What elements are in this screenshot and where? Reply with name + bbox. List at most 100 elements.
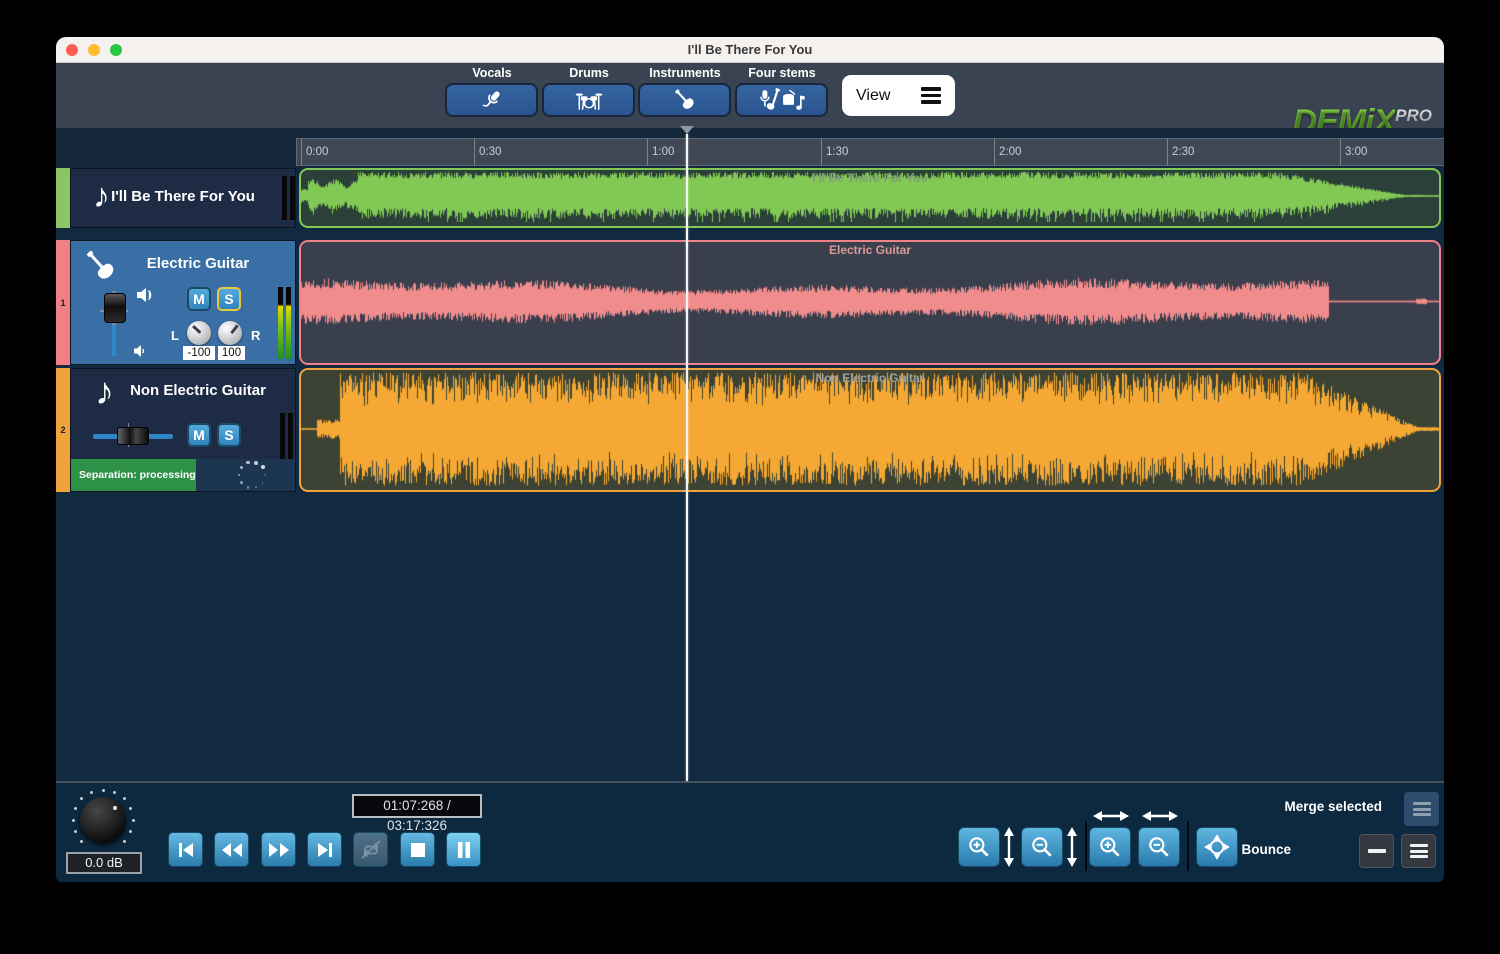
merge-selected-menu-button[interactable] <box>1404 792 1439 826</box>
pan-right-knob[interactable] <box>218 321 242 345</box>
app-window: I'll Be There For You Vocals <box>56 37 1444 882</box>
vertical-resize-arrow-icon <box>1002 827 1016 867</box>
bounce-remove-button[interactable] <box>1359 834 1394 868</box>
zoom-fit-icon <box>1203 833 1231 861</box>
stem-four-stems-button[interactable] <box>735 83 828 117</box>
pan-left-knob[interactable] <box>187 321 211 345</box>
region-label: I'll Be There For You <box>301 171 1439 185</box>
playhead-line[interactable] <box>686 134 688 781</box>
track-number: 1 <box>60 298 65 308</box>
mute-button[interactable]: M <box>187 423 211 447</box>
skip-to-start-button[interactable] <box>168 832 203 867</box>
view-menu-icon <box>921 84 941 107</box>
ruler-tick: 2:00 <box>994 139 1021 165</box>
zoom-in-horizontal-button[interactable] <box>1089 827 1131 867</box>
stem-drums-label: Drums <box>542 66 636 80</box>
ruler-tick: 0:30 <box>474 139 501 165</box>
stem-drums-button[interactable] <box>542 83 635 117</box>
track-row-electric-guitar: 1 Electric Guitar <box>56 240 1444 365</box>
zoom-in-icon <box>966 834 992 860</box>
vertical-resize-arrow-icon <box>1065 827 1079 867</box>
menu-icon <box>1410 842 1428 861</box>
rewind-button[interactable] <box>214 832 249 867</box>
track-header-non-electric-guitar[interactable]: ♪ Non Electric Guitar M S Separation: pr… <box>70 368 296 492</box>
minus-icon <box>1368 849 1386 853</box>
processing-spinner-icon <box>232 455 272 495</box>
view-menu-button[interactable]: View <box>842 75 955 116</box>
region-label: Non Electric Guitar <box>301 371 1439 385</box>
stop-icon <box>409 841 427 859</box>
loop-disabled-icon <box>359 838 383 862</box>
microphone-icon <box>479 87 505 113</box>
track-header-electric-guitar[interactable]: Electric Guitar M S L <box>70 240 296 365</box>
ruler-tick: 3:00 <box>1340 139 1367 165</box>
ruler-tick: 2:30 <box>1167 139 1194 165</box>
waveform-region-non-electric-guitar[interactable]: Non Electric Guitar <box>299 368 1441 492</box>
time-display: 01:07:268 / 03:17:326 <box>352 794 482 818</box>
stem-four-stems: Four stems <box>735 66 829 117</box>
track-title: Electric Guitar <box>101 255 295 272</box>
zoom-in-vertical-button[interactable] <box>958 827 1000 867</box>
playhead-marker[interactable] <box>680 126 694 134</box>
mute-button[interactable]: M <box>187 287 211 311</box>
level-meter <box>280 413 293 459</box>
zoom-in-icon <box>1097 834 1123 860</box>
skip-to-end-icon <box>315 840 335 860</box>
waveform-region-electric-guitar[interactable]: Electric Guitar <box>299 240 1441 365</box>
screen-background: I'll Be There For You Vocals <box>0 0 1500 954</box>
track-header-mix[interactable]: ♪ I'll Be There For You <box>70 168 296 228</box>
processing-spinner-zone <box>196 459 295 491</box>
volume-slider-handle[interactable] <box>104 293 126 323</box>
view-menu-label: View <box>856 87 890 105</box>
waveform-canvas <box>301 370 1439 488</box>
stem-vocals: Vocals <box>445 66 539 117</box>
merge-selected-label: Merge selected <box>1284 799 1382 814</box>
pause-button[interactable] <box>446 832 481 867</box>
timeline-ruler[interactable]: 0:00 0:30 1:00 1:30 2:00 2:30 3:00 <box>296 138 1444 166</box>
track-row-non-electric-guitar: 2 ♪ Non Electric Guitar M S Separation: … <box>56 368 1444 492</box>
four-stems-icon <box>758 86 806 114</box>
zoom-fit-button[interactable] <box>1196 827 1238 867</box>
track-color-strip <box>56 168 70 228</box>
stem-vocals-label: Vocals <box>445 66 539 80</box>
ruler-tick: 1:30 <box>821 139 848 165</box>
stop-button[interactable] <box>400 832 435 867</box>
bounce-label: Bounce <box>1241 842 1291 857</box>
master-volume-knob[interactable] <box>68 785 138 855</box>
stem-vocals-button[interactable] <box>445 83 538 117</box>
loop-button[interactable] <box>353 832 388 867</box>
master-volume-value[interactable]: 0.0 dB <box>66 852 142 874</box>
gain-slider-handle[interactable] <box>117 427 149 445</box>
rewind-icon <box>220 840 244 860</box>
menu-icon <box>1413 800 1431 819</box>
bounce-menu-button[interactable] <box>1401 834 1436 868</box>
volume-slider-fill <box>112 325 116 356</box>
track-title: I'll Be There For You <box>71 188 295 205</box>
speaker-loud-icon <box>136 287 158 303</box>
stem-instruments-label: Instruments <box>638 66 732 80</box>
zoom-out-vertical-button[interactable] <box>1021 827 1063 867</box>
transport-bar: 0.0 dB 01:07:268 / 03:17:326 <box>56 783 1444 882</box>
pause-icon <box>455 841 473 859</box>
ruler-tick: 1:00 <box>647 139 674 165</box>
ruler-tick: 0:00 <box>301 139 328 165</box>
pan-left-value[interactable]: -100 <box>183 346 215 360</box>
track-color-strip: 2 <box>56 368 70 492</box>
separation-status-badge: Separation: processing <box>71 459 196 491</box>
track-number: 2 <box>60 425 65 435</box>
skip-to-end-button[interactable] <box>307 832 342 867</box>
stem-four-stems-label: Four stems <box>735 66 829 80</box>
solo-button[interactable]: S <box>217 423 241 447</box>
stem-drums: Drums <box>542 66 636 117</box>
track-row-mix: ♪ I'll Be There For You I'll Be There Fo… <box>56 168 1444 228</box>
zoom-out-horizontal-button[interactable] <box>1138 827 1180 867</box>
solo-button[interactable]: S <box>217 287 241 311</box>
horizontal-resize-arrow-icon <box>1142 809 1178 823</box>
timeline-row: 0:00 0:30 1:00 1:30 2:00 2:30 3:00 <box>56 128 1444 168</box>
fast-forward-button[interactable] <box>261 832 296 867</box>
speaker-quiet-icon <box>133 344 147 358</box>
stem-instruments-button[interactable] <box>638 83 731 117</box>
waveform-region-mix[interactable]: I'll Be There For You <box>299 168 1441 228</box>
window-title: I'll Be There For You <box>56 42 1444 57</box>
pan-right-value[interactable]: 100 <box>218 346 245 360</box>
